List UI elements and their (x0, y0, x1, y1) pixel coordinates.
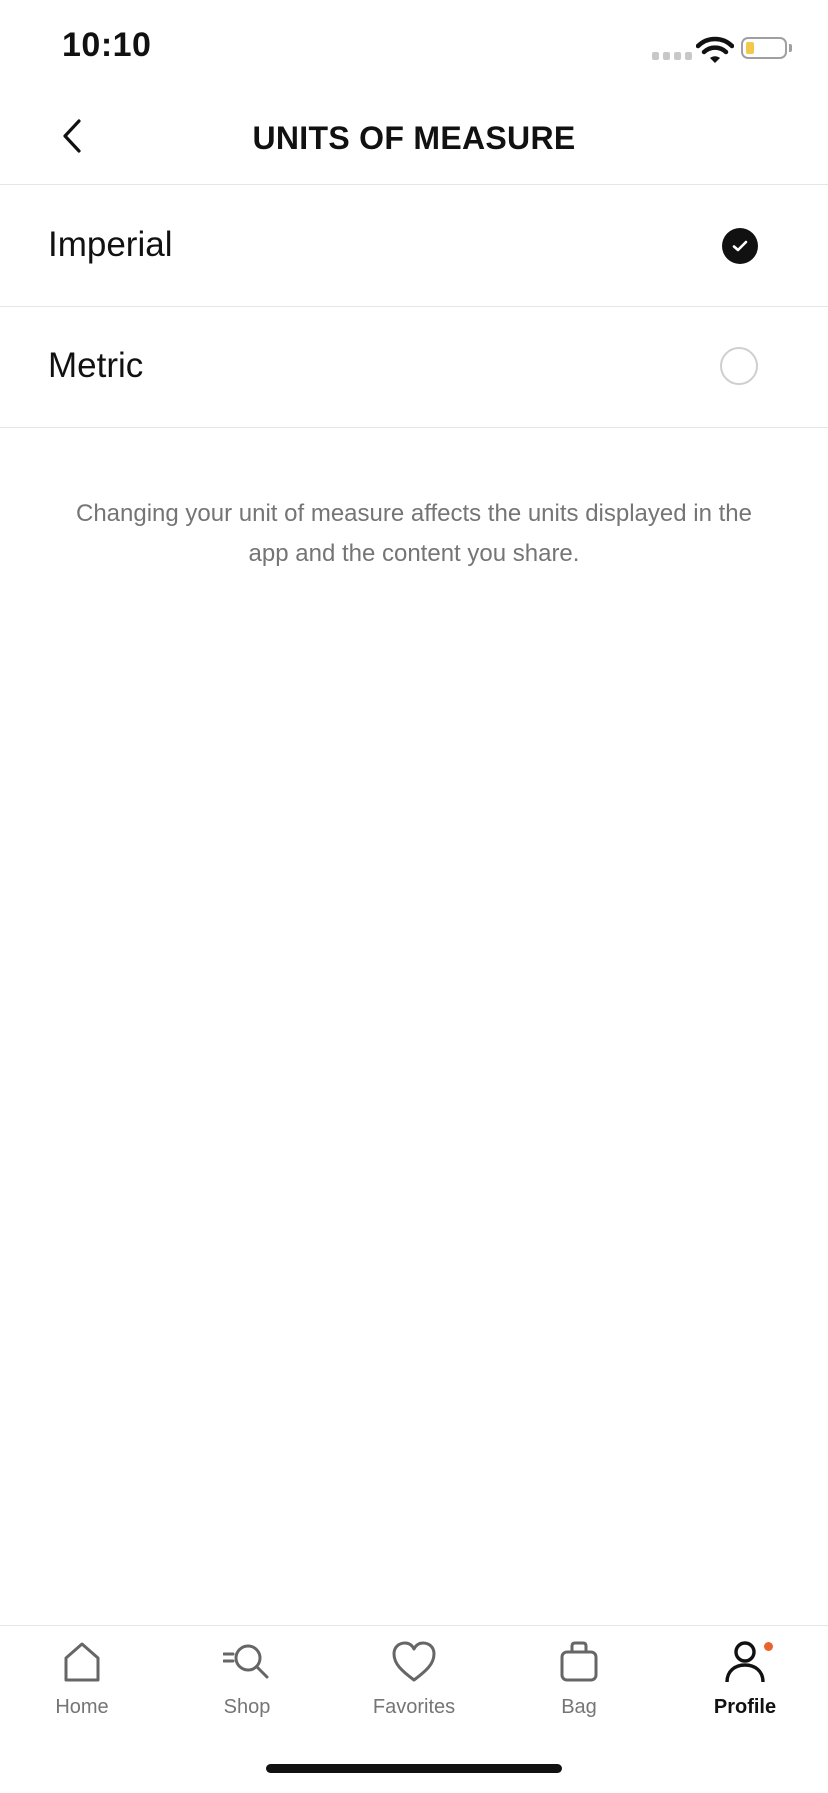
option-label: Metric (48, 346, 144, 385)
tab-label: Bag (561, 1696, 597, 1718)
cellular-signal-icon (652, 52, 692, 60)
option-imperial[interactable]: Imperial (0, 185, 828, 307)
tab-label: Home (55, 1696, 109, 1718)
home-icon (64, 1642, 100, 1682)
nav-header: UNITS OF MEASURE (0, 90, 828, 185)
option-metric[interactable]: Metric (0, 306, 828, 428)
info-text: Changing your unit of measure affects th… (76, 500, 752, 567)
tab-label: Profile (713, 1696, 777, 1718)
tab-label: Favorites (372, 1696, 456, 1718)
battery-icon (741, 37, 787, 59)
tab-shop[interactable]: Shop (182, 1638, 312, 1738)
wifi-icon (696, 36, 734, 63)
check-icon (732, 240, 748, 252)
tab-bag[interactable]: Bag (514, 1638, 644, 1738)
tab-home[interactable]: Home (17, 1638, 147, 1738)
page-title: UNITS OF MEASURE (252, 120, 576, 156)
radio-selected-checkmark-icon[interactable] (722, 228, 758, 264)
tab-profile[interactable]: Profile (680, 1638, 810, 1738)
person-icon (725, 1641, 765, 1683)
tab-label: Shop (223, 1696, 271, 1718)
search-icon (223, 1644, 269, 1679)
home-indicator[interactable] (266, 1764, 562, 1773)
tab-favorites[interactable]: Favorites (349, 1638, 479, 1738)
notification-dot (764, 1642, 773, 1651)
heart-icon (392, 1641, 436, 1682)
option-label: Imperial (48, 225, 173, 264)
radio-unselected-icon[interactable] (720, 347, 758, 385)
bag-icon (560, 1641, 598, 1682)
battery-cap (789, 44, 792, 52)
status-bar: 10:10 (0, 0, 828, 90)
status-time: 10:10 (62, 26, 152, 64)
battery-level (746, 42, 754, 54)
